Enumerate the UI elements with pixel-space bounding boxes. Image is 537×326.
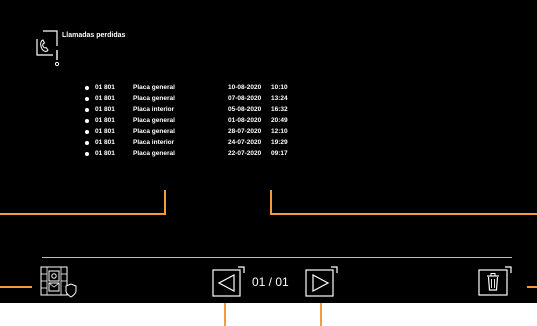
bullet-icon	[85, 140, 89, 145]
call-number: 01 801	[95, 117, 115, 124]
call-number: 01 801	[95, 139, 115, 146]
call-source: Placa general	[133, 95, 175, 102]
call-date: 28-07-2020	[228, 128, 262, 135]
page-indicator: 01 / 01	[252, 275, 289, 289]
call-source: Placa interior	[133, 106, 175, 113]
call-time: 12:10	[271, 128, 288, 135]
callout-line	[320, 303, 322, 326]
call-row[interactable]: 01 801 Placa general 10-08-2020 10:10	[85, 82, 301, 93]
call-number: 01 801	[95, 95, 115, 102]
call-row[interactable]: 01 801 Placa general 22-07-2020 09:17	[85, 148, 301, 159]
building-intercom-icon[interactable]	[40, 265, 78, 299]
call-number: 01 801	[95, 106, 115, 113]
previous-page-icon[interactable]	[212, 266, 245, 297]
call-row[interactable]: 01 801 Placa interior 05-08-2020 16:32	[85, 104, 301, 115]
missed-calls-list: 01 801 Placa general 10-08-2020 10:10 01…	[85, 82, 301, 159]
call-time: 10:10	[271, 84, 288, 91]
callout-line	[527, 286, 537, 288]
bullet-icon	[85, 118, 89, 123]
callout-line	[224, 303, 226, 326]
callout-line	[270, 190, 272, 215]
call-row[interactable]: 01 801 Placa general 01-08-2020 20:49	[85, 115, 301, 126]
call-number: 01 801	[95, 84, 115, 91]
callout-line	[0, 286, 32, 288]
missed-call-icon	[36, 30, 60, 67]
call-date: 01-08-2020	[228, 117, 262, 124]
call-source: Placa general	[133, 84, 175, 91]
call-date: 05-08-2020	[228, 106, 262, 113]
bullet-icon	[85, 107, 89, 112]
call-time: 13:24	[271, 95, 288, 102]
call-row[interactable]: 01 801 Placa general 07-08-2020 13:24	[85, 93, 301, 104]
call-source: Placa interior	[133, 139, 175, 146]
bullet-icon	[85, 151, 89, 156]
call-time: 20:49	[271, 117, 288, 124]
call-source: Placa general	[133, 128, 175, 135]
call-row[interactable]: 01 801 Placa general 28-07-2020 12:10	[85, 126, 301, 137]
trash-icon[interactable]	[478, 266, 512, 296]
callout-line	[270, 213, 537, 215]
call-number: 01 801	[95, 128, 115, 135]
next-page-icon[interactable]	[305, 266, 338, 297]
call-time: 19:29	[271, 139, 288, 146]
call-date: 22-07-2020	[228, 150, 262, 157]
call-source: Placa general	[133, 117, 175, 124]
callout-line	[0, 213, 166, 215]
bullet-icon	[85, 85, 89, 90]
page-title: Llamadas perdidas	[62, 32, 126, 39]
bullet-icon	[85, 96, 89, 101]
call-source: Placa general	[133, 150, 175, 157]
footer-divider	[42, 257, 512, 258]
call-number: 01 801	[95, 150, 115, 157]
call-date: 10-08-2020	[228, 84, 262, 91]
callout-line	[164, 190, 166, 215]
call-time: 16:32	[271, 106, 288, 113]
intercom-screen: Llamadas perdidas 01 801 Placa general 1…	[0, 0, 537, 303]
call-date: 07-08-2020	[228, 95, 262, 102]
call-row[interactable]: 01 801 Placa interior 24-07-2020 19:29	[85, 137, 301, 148]
call-time: 09:17	[271, 150, 288, 157]
bullet-icon	[85, 129, 89, 134]
call-date: 24-07-2020	[228, 139, 262, 146]
